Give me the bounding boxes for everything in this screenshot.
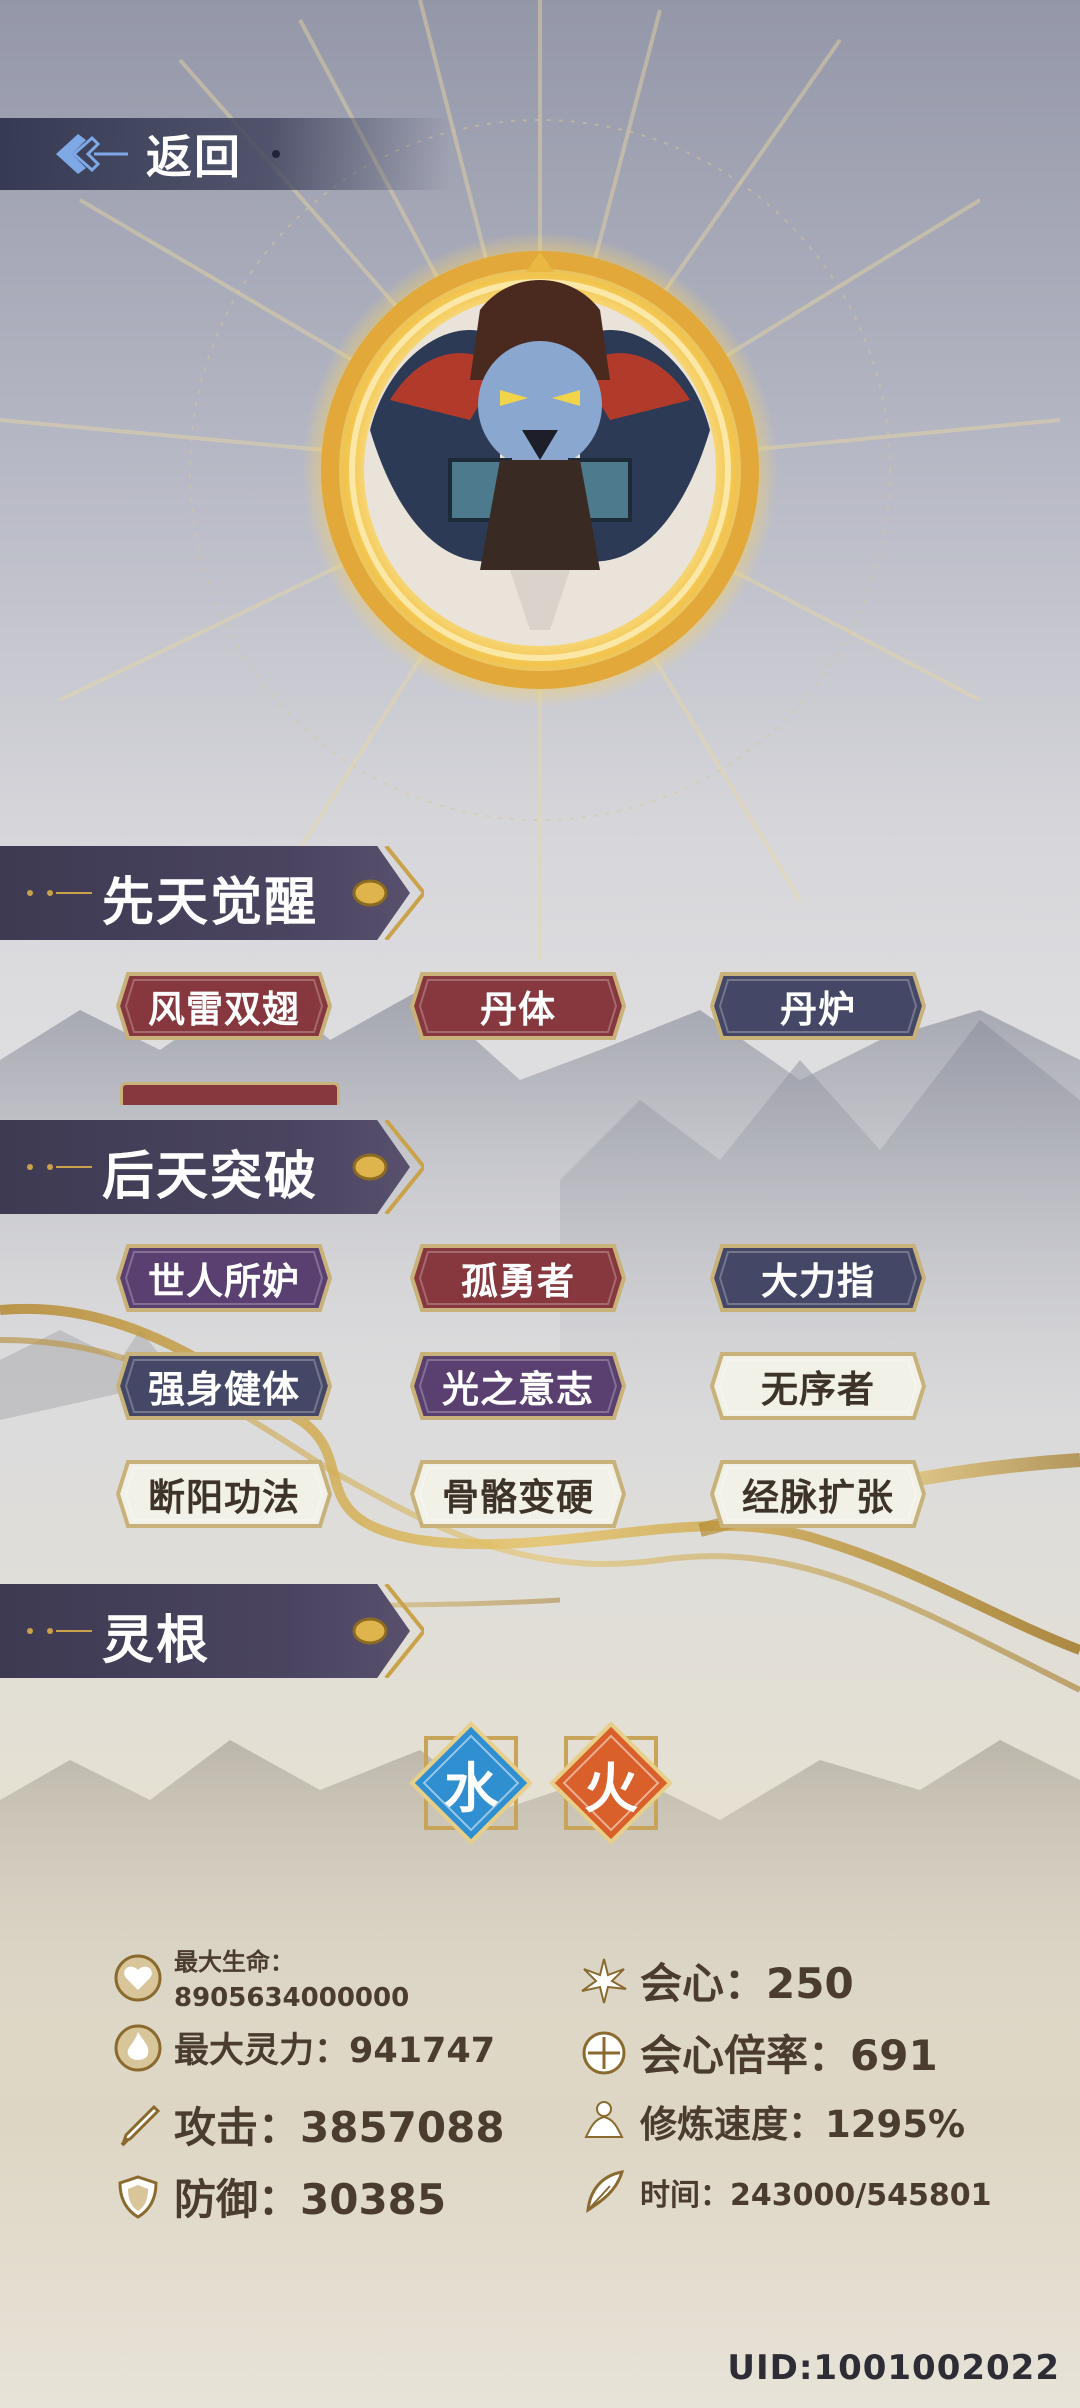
tag-acquired_tags-3[interactable]: 强身健体	[114, 1350, 334, 1422]
tag-acquired_tags-7[interactable]: 骨骼变硬	[408, 1458, 628, 1530]
section-title-innate: 先天觉醒	[102, 873, 319, 933]
max-hp-text: 最大生命： 8905634000000	[174, 1942, 409, 2013]
header-dot	[272, 150, 280, 158]
stat-time: 时间：243000/545801	[580, 2168, 991, 2216]
flame-icon	[114, 2024, 162, 2071]
section-title-spirit-root: 灵根	[102, 1611, 211, 1671]
max-hp-value: 8905634000000	[174, 1983, 410, 2013]
spirit-root-glyph: 火	[584, 1756, 638, 1820]
section-ornament	[27, 1584, 424, 1678]
cultivation-speed-text: 修炼速度：1295%	[640, 2103, 966, 2146]
tag-label: 世人所妒	[148, 1260, 300, 1303]
tag-label: 风雷双翅	[148, 988, 300, 1031]
spirit-root-fire-icon[interactable]: 火	[548, 1720, 674, 1846]
section-title-acquired: 后天突破	[102, 1147, 319, 1207]
target-icon	[582, 2031, 626, 2074]
feather-icon	[586, 2170, 625, 2214]
tag-acquired_tags-0[interactable]: 世人所妒	[114, 1242, 334, 1314]
spirit-root-glyph: 水	[444, 1756, 498, 1820]
tag-label: 孤勇者	[461, 1260, 575, 1303]
defense-text: 防御：30385	[174, 2175, 447, 2224]
tag-label: 经脉扩张	[742, 1476, 894, 1519]
attack-text: 攻击：3857088	[174, 2103, 505, 2152]
tag-innate_tags-2[interactable]: 丹炉	[708, 970, 928, 1042]
tag-label: 无序者	[761, 1368, 875, 1411]
back-button[interactable]: 返回	[0, 118, 450, 190]
tag-label: 丹炉	[780, 988, 856, 1031]
stat-max-hp: 最大生命： 8905634000000	[114, 1942, 409, 2013]
character-portrait[interactable]	[300, 230, 780, 710]
tag-label: 断阳功法	[148, 1476, 300, 1519]
tag-label: 光之意志	[442, 1368, 594, 1411]
back-label: 返回	[146, 130, 242, 184]
stat-max-spirit: 最大灵力：941747	[114, 2022, 495, 2073]
tag-acquired_tags-8[interactable]: 经脉扩张	[708, 1458, 928, 1530]
stat-crit: 会心：250	[580, 1950, 854, 2011]
max-hp-label: 最大生命：	[174, 1948, 294, 1976]
heart-icon	[114, 1954, 162, 2001]
hidden-tag-peek	[120, 1082, 340, 1105]
sword-icon	[120, 2104, 161, 2146]
tag-label: 丹体	[480, 988, 556, 1031]
tag-acquired_tags-2[interactable]: 大力指	[708, 1242, 928, 1314]
tag-label: 骨骼变硬	[442, 1476, 594, 1519]
tag-innate_tags-1[interactable]: 丹体	[408, 970, 628, 1042]
section-header-innate: 先天觉醒	[0, 846, 424, 940]
tag-label: 大力指	[761, 1260, 875, 1303]
max-spirit-text: 最大灵力：941747	[174, 2031, 496, 2071]
time-text: 时间：243000/545801	[640, 2178, 992, 2213]
tag-acquired_tags-6[interactable]: 断阳功法	[114, 1458, 334, 1530]
tag-acquired_tags-5[interactable]: 无序者	[708, 1350, 928, 1422]
burst-icon	[581, 1958, 627, 2003]
tag-innate_tags-0[interactable]: 风雷双翅	[114, 970, 334, 1042]
section-header-acquired: 后天突破	[0, 1120, 424, 1214]
tag-acquired_tags-4[interactable]: 光之意志	[408, 1350, 628, 1422]
spirit-root-water-icon[interactable]: 水	[408, 1720, 534, 1846]
uid-label: UID:1001002022	[727, 2348, 1060, 2388]
tag-label: 强身健体	[148, 1368, 300, 1411]
section-header-spirit-root: 灵根	[0, 1584, 424, 1678]
meditation-icon	[584, 2101, 624, 2138]
crit-mult-text: 会心倍率：691	[640, 2031, 938, 2080]
stat-cultivation-speed: 修炼速度：1295%	[580, 2094, 965, 2148]
stat-defense: 防御：30385	[114, 2166, 446, 2227]
shield-icon	[118, 2174, 158, 2219]
stat-attack: 攻击：3857088	[114, 2094, 505, 2155]
back-arrow-icon	[56, 134, 128, 174]
stat-crit-mult: 会心倍率：691	[580, 2022, 938, 2083]
crit-text: 会心：250	[640, 1959, 854, 2008]
tag-acquired_tags-1[interactable]: 孤勇者	[408, 1242, 628, 1314]
